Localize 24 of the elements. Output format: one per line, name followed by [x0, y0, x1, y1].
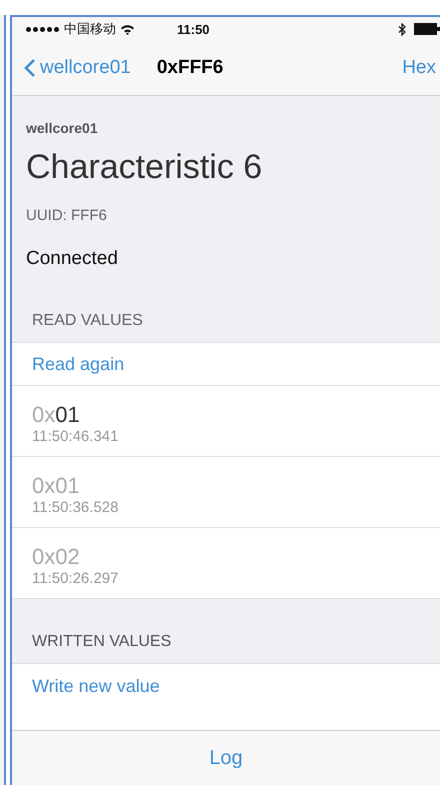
back-button[interactable]: wellcore01 — [24, 57, 131, 79]
chevron-left-icon — [24, 58, 36, 78]
device-name: wellcore01 — [26, 120, 99, 136]
carrier-label: 中国移动 — [64, 20, 116, 38]
uuid-label: UUID: FFF6 — [26, 207, 108, 224]
hex-button[interactable]: Hex — [402, 57, 436, 79]
hex-value: 0x01 — [32, 402, 81, 428]
timestamp: 11:50:26.297 — [32, 570, 120, 587]
hex-value: 0x02 — [32, 544, 81, 570]
timestamp: 11:50:46.341 — [32, 428, 120, 445]
section-heading: READ VALUES — [31, 311, 144, 331]
wifi-icon — [120, 24, 135, 34]
characteristic-title: Characteristic 6 — [26, 148, 264, 187]
signal-icon — [26, 26, 59, 32]
battery-icon — [414, 23, 440, 35]
connection-status: Connected — [26, 248, 119, 270]
read-again-link[interactable]: Read again — [12, 343, 440, 386]
section-heading: WRITTEN VALUES — [31, 632, 172, 652]
hex-value: 0x01 — [32, 473, 81, 499]
timestamp: 11:50:36.528 — [32, 499, 120, 516]
bluetooth-icon — [398, 22, 406, 36]
clock-time: 11:50 — [177, 22, 211, 36]
nav-title: 0xFFF6 — [156, 57, 224, 79]
log-button[interactable]: Log — [203, 746, 249, 770]
